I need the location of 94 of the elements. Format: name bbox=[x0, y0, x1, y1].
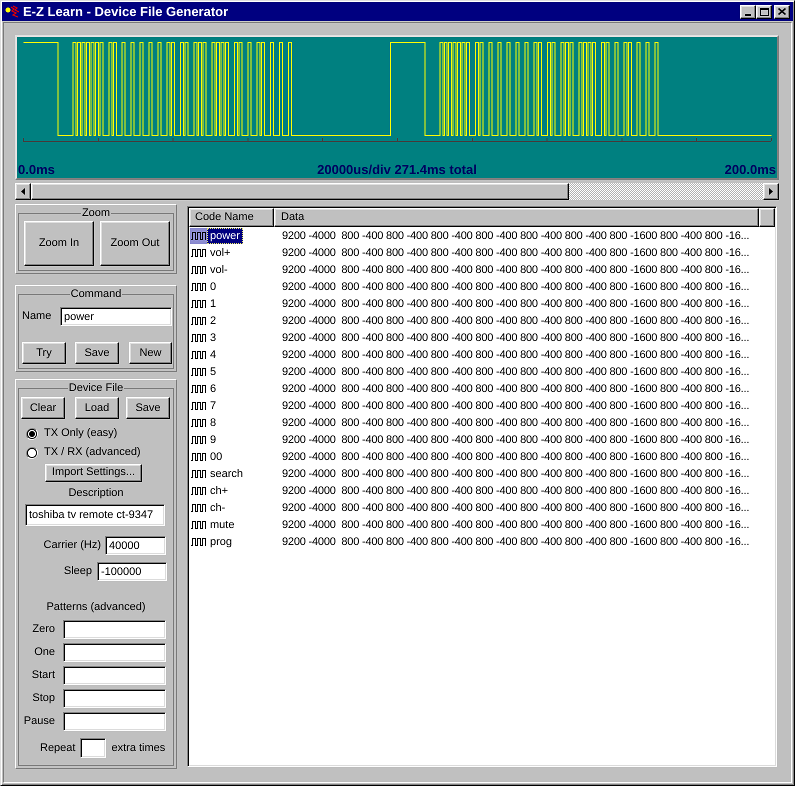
column-header[interactable]: Code Name bbox=[189, 208, 274, 227]
code-name[interactable]: prog bbox=[207, 534, 236, 550]
pattern-field[interactable] bbox=[63, 666, 166, 685]
maximize-button[interactable] bbox=[756, 4, 772, 18]
code-data: 9200 -4000 800 -400 800 -400 800 -400 800 -400 800 -400 800 -400 800 -1600 800 -400 800 -16... bbox=[282, 314, 750, 328]
zoom-group-title: Zoom bbox=[80, 207, 112, 220]
window-title: E-Z Learn - Device File Generator bbox=[23, 4, 228, 19]
device-file-group-title: Device File bbox=[68, 382, 124, 395]
code-data: 9200 -4000 800 -400 800 -400 800 -400 800 -400 800 -400 800 -400 800 -1600 800 -400 800 -16... bbox=[282, 262, 750, 276]
new-button[interactable]: New bbox=[129, 342, 172, 364]
description-field[interactable]: toshiba tv remote ct-9347 bbox=[25, 504, 165, 526]
repeat-suffix: extra times bbox=[111, 742, 166, 754]
code-data: 9200 -4000 800 -400 800 -400 800 -400 800 -400 800 -400 800 -400 800 -1600 800 -400 800 -16... bbox=[282, 466, 750, 480]
name-label: Name bbox=[22, 310, 52, 323]
code-data: 9200 -4000 800 -400 800 -400 800 -400 800 -400 800 -400 800 -400 800 -1600 800 -400 800 -16... bbox=[282, 416, 750, 430]
pattern-label: Pause bbox=[24, 715, 55, 728]
radio-button[interactable] bbox=[26, 428, 38, 440]
pattern-field[interactable] bbox=[63, 712, 166, 731]
close-button[interactable] bbox=[774, 4, 790, 18]
minimize-button[interactable] bbox=[740, 4, 756, 18]
right-triangle-icon bbox=[769, 188, 773, 195]
code-data: 9200 -4000 800 -400 800 -400 800 -400 800 -400 800 -400 800 -400 800 -1600 800 -400 800 -16... bbox=[282, 228, 750, 242]
zoom-in-button[interactable]: Zoom In bbox=[24, 221, 94, 266]
scroll-right-button[interactable] bbox=[763, 183, 779, 200]
code-name[interactable]: 3 bbox=[207, 330, 220, 346]
code-name[interactable]: 2 bbox=[207, 312, 220, 328]
code-name[interactable]: ch- bbox=[207, 500, 228, 516]
load-button[interactable]: Load bbox=[75, 397, 119, 419]
save-file-button[interactable]: Save bbox=[126, 397, 170, 419]
patterns-heading: Patterns (advanced) bbox=[46, 601, 146, 614]
code-name[interactable]: 9 bbox=[207, 432, 220, 448]
scrollbar-thumb[interactable] bbox=[31, 183, 569, 200]
code-name[interactable]: 5 bbox=[207, 364, 220, 380]
code-data: 9200 -4000 800 -400 800 -400 800 -400 800 -400 800 -400 800 -400 800 -1600 800 -400 800 -16... bbox=[282, 432, 750, 446]
code-data: 9200 -4000 800 -400 800 -400 800 -400 800 -400 800 -400 800 -400 800 -1600 800 -400 800 -16... bbox=[282, 450, 750, 464]
code-data: 9200 -4000 800 -400 800 -400 800 -400 800 -400 800 -400 800 -400 800 -1600 800 -400 800 -16... bbox=[282, 348, 750, 362]
pattern-label: Start bbox=[32, 669, 55, 682]
code-name[interactable]: ch+ bbox=[207, 482, 232, 498]
scale-label: 20000us/div 271.4ms total bbox=[317, 162, 477, 177]
code-name[interactable]: 0 bbox=[207, 278, 220, 294]
code-data: 9200 -4000 800 -400 800 -400 800 -400 800 -400 800 -400 800 -400 800 -1600 800 -400 800 -16... bbox=[282, 364, 750, 378]
pattern-label: One bbox=[34, 646, 55, 659]
code-name[interactable]: power bbox=[207, 228, 243, 244]
close-icon bbox=[778, 8, 786, 15]
code-data: 9200 -4000 800 -400 800 -400 800 -400 800 -400 800 -400 800 -400 800 -1600 800 -400 800 -16... bbox=[282, 330, 750, 344]
minimize-icon bbox=[745, 14, 751, 16]
code-data: 9200 -4000 800 -400 800 -400 800 -400 800 -400 800 -400 800 -400 800 -1600 800 -400 800 -16... bbox=[282, 484, 750, 498]
zoom-out-button[interactable]: Zoom Out bbox=[100, 221, 170, 266]
code-name[interactable]: mute bbox=[207, 516, 238, 532]
pattern-label: Zero bbox=[32, 623, 55, 636]
name-field[interactable]: power bbox=[60, 307, 172, 326]
radio-label[interactable]: TX Only (easy) bbox=[44, 427, 118, 440]
column-header[interactable]: Data bbox=[274, 208, 759, 227]
code-name[interactable]: 1 bbox=[207, 296, 220, 312]
carrier-label: Carrier (Hz) bbox=[44, 539, 101, 552]
code-data: 9200 -4000 800 -400 800 -400 800 -400 800 -400 800 -400 800 -400 800 -1600 800 -400 800 -16... bbox=[282, 280, 750, 294]
code-data: 9200 -4000 800 -400 800 -400 800 -400 800 -400 800 -400 800 -400 800 -1600 800 -400 800 -16... bbox=[282, 382, 750, 396]
code-data: 9200 -4000 800 -400 800 -400 800 -400 800 -400 800 -400 800 -400 800 -1600 800 -400 800 -16... bbox=[282, 500, 750, 514]
code-data: 9200 -4000 800 -400 800 -400 800 -400 800 -400 800 -400 800 -400 800 -1600 800 -400 800 -16... bbox=[282, 296, 750, 310]
scroll-left-button[interactable] bbox=[15, 183, 31, 200]
end-time-label: 200.0ms bbox=[724, 162, 776, 177]
code-name[interactable]: 00 bbox=[207, 448, 226, 464]
pattern-field[interactable] bbox=[63, 643, 166, 662]
radio-button[interactable] bbox=[26, 446, 38, 458]
pattern-field[interactable] bbox=[63, 689, 166, 708]
carrier-field[interactable]: 40000 bbox=[105, 536, 166, 555]
pattern-label: Stop bbox=[32, 692, 55, 705]
code-data: 9200 -4000 800 -400 800 -400 800 -400 800 -400 800 -400 800 -400 800 -1600 800 -400 800 -16... bbox=[282, 534, 750, 548]
code-name[interactable]: 8 bbox=[207, 414, 220, 430]
clear-button[interactable]: Clear bbox=[21, 397, 65, 419]
try-button[interactable]: Try bbox=[22, 342, 66, 364]
import-settings-button[interactable]: Import Settings... bbox=[45, 464, 142, 482]
sleep-field[interactable]: -100000 bbox=[97, 562, 167, 581]
repeat-label: Repeat bbox=[40, 742, 76, 754]
code-name[interactable]: 7 bbox=[207, 398, 220, 414]
command-group-title: Command bbox=[70, 288, 122, 301]
pattern-field[interactable] bbox=[63, 620, 166, 639]
code-name[interactable]: search bbox=[207, 466, 246, 482]
code-data: 9200 -4000 800 -400 800 -400 800 -400 800 -400 800 -400 800 -400 800 -1600 800 -400 800 -16... bbox=[282, 518, 750, 532]
code-name[interactable]: vol+ bbox=[207, 244, 234, 260]
sleep-label: Sleep bbox=[64, 565, 92, 578]
app-icon bbox=[5, 5, 20, 18]
save-command-button[interactable]: Save bbox=[75, 342, 119, 364]
start-time-label: 0.0ms bbox=[18, 162, 55, 177]
code-name[interactable]: 6 bbox=[207, 380, 220, 396]
code-name[interactable]: vol- bbox=[207, 262, 231, 278]
description-label: Description bbox=[68, 487, 124, 500]
code-name[interactable]: 4 bbox=[207, 346, 220, 362]
radio-label[interactable]: TX / RX (advanced) bbox=[44, 446, 141, 459]
maximize-icon bbox=[760, 8, 768, 16]
code-data: 9200 -4000 800 -400 800 -400 800 -400 800 -400 800 -400 800 -400 800 -1600 800 -400 800 -16... bbox=[282, 398, 750, 412]
repeat-field[interactable] bbox=[80, 738, 106, 758]
code-data: 9200 -4000 800 -400 800 -400 800 -400 800 -400 800 -400 800 -400 800 -1600 800 -400 800 -16... bbox=[282, 246, 750, 260]
left-triangle-icon bbox=[21, 188, 25, 195]
